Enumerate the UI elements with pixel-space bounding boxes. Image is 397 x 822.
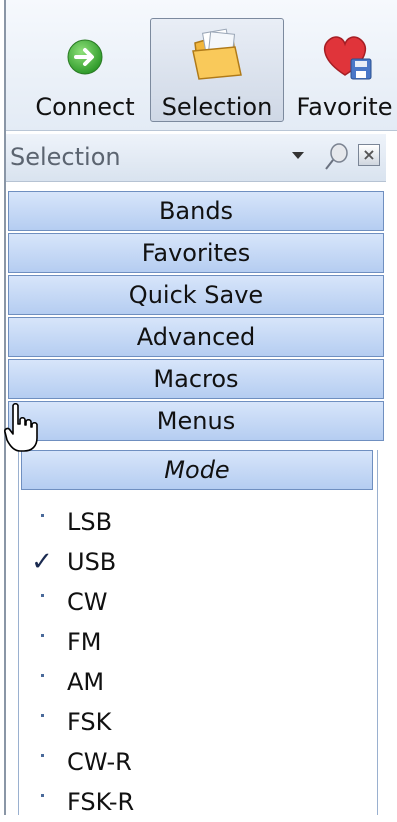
category-macros[interactable]: Macros: [8, 359, 384, 399]
mode-item-label: LSB: [67, 508, 113, 536]
pane-header: Selection ×: [6, 134, 386, 182]
mode-item-fsk[interactable]: FSK: [19, 702, 359, 742]
mode-item-label: USB: [67, 548, 117, 576]
mode-header[interactable]: Mode: [21, 450, 373, 490]
mode-item-label: FSK-R: [67, 788, 135, 816]
close-icon[interactable]: ×: [358, 144, 380, 166]
bullet-icon: [27, 502, 57, 542]
connect-label: Connect: [35, 93, 135, 121]
mode-item-label: FM: [67, 628, 102, 656]
dropdown-arrow-icon[interactable]: [292, 152, 304, 159]
pin-icon[interactable]: [322, 142, 350, 172]
bullet-icon: [27, 622, 57, 662]
category-quick-save[interactable]: Quick Save: [8, 275, 384, 315]
bullet-icon: [27, 582, 57, 622]
bullet-icon: [27, 742, 57, 782]
selection-label: Selection: [161, 93, 273, 121]
category-favorites[interactable]: Favorites: [8, 233, 384, 273]
mode-item-cw-r[interactable]: CW-R: [19, 742, 359, 782]
mode-item-am[interactable]: AM: [19, 662, 359, 702]
mode-item-lsb[interactable]: LSB: [19, 502, 359, 542]
mode-item-label: FSK: [67, 708, 112, 736]
bullet-icon: [27, 782, 57, 822]
favorite-label: Favorite: [296, 93, 393, 121]
mode-item-cw[interactable]: CW: [19, 582, 359, 622]
connect-arrow-icon: [67, 39, 103, 75]
bullet-icon: [27, 662, 57, 702]
connect-button[interactable]: Connect: [30, 18, 140, 122]
bullet-icon: [27, 702, 57, 742]
mode-item-label: AM: [67, 668, 105, 696]
category-advanced[interactable]: Advanced: [8, 317, 384, 357]
mode-item-fsk-r[interactable]: FSK-R: [19, 782, 359, 822]
heart-save-icon: [323, 36, 371, 80]
category-list: Bands Favorites Quick Save Advanced Macr…: [8, 191, 384, 443]
mode-item-label: CW-R: [67, 748, 132, 776]
mode-item-usb[interactable]: ✓ USB: [19, 542, 359, 582]
checkmark-icon: ✓: [31, 547, 53, 577]
folder-icon: [192, 28, 242, 80]
category-bands[interactable]: Bands: [8, 191, 384, 231]
mode-item-fm[interactable]: FM: [19, 622, 359, 662]
pane-title: Selection: [10, 143, 121, 171]
category-menus[interactable]: Menus: [8, 401, 384, 441]
toolbar: Connect Selection Favorite: [6, 0, 397, 131]
mode-item-label: CW: [67, 588, 108, 616]
mode-panel: Mode LSB ✓ USB CW FM AM FSK CW-R FSK-R: [18, 450, 378, 816]
selection-button[interactable]: Selection: [150, 18, 284, 122]
favorite-button[interactable]: Favorite: [292, 18, 397, 122]
